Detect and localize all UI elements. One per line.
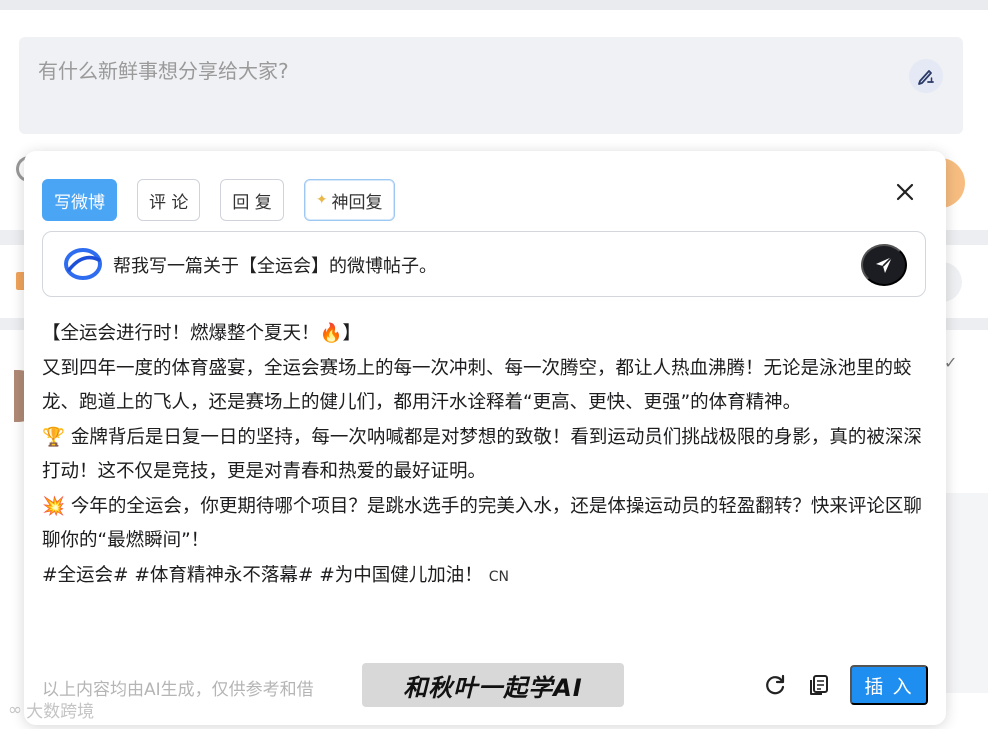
corner-watermark-text: 大数跨境	[26, 702, 95, 722]
refresh-icon[interactable]	[762, 672, 788, 698]
tab-reply[interactable]: 回 复	[220, 179, 284, 221]
post-title: 【全运会进行时！燃爆整个夏天！🔥】	[42, 323, 362, 344]
chevron-icon: ✓	[944, 353, 958, 372]
send-arrow-icon	[876, 256, 893, 273]
post-paragraph-3: 💥 今年的全运会，你更期待哪个项目？是跳水选手的完美入水，还是体操运动员的轻盈翻…	[42, 495, 922, 552]
tab-comment[interactable]: 评 论	[137, 179, 201, 221]
compose-area[interactable]: 有什么新鲜事想分享给大家?	[19, 37, 963, 134]
ai-writing-popup: 写微博 评 论 回 复 ✦ 神回复 帮我写一篇关于【全运会】的微博帖子。 【全运	[24, 151, 946, 725]
post-hashtags-line: #全运会# #体育精神永不落幕# #为中国健儿加油！ CN	[42, 559, 932, 595]
post-paragraph-2: 🏆 金牌背后是日复一日的坚持，每一次呐喊都是对梦想的致敬！看到运动员们挑战极限的…	[42, 426, 922, 483]
post-paragraph-1: 又到四年一度的体育盛宴，全运会赛场上的每一次冲刺、每一次腾空，都让人热血沸腾！无…	[42, 357, 912, 414]
watermark-label: 和秋叶一起学AI	[362, 663, 624, 707]
prompt-input[interactable]: 帮我写一篇关于【全运会】的微博帖子。	[42, 231, 926, 297]
post-hashtags: #全运会# #体育精神永不落幕# #为中国健儿加油！	[42, 564, 483, 586]
page-top-bar	[0, 0, 988, 10]
insert-button[interactable]: 插 入	[850, 665, 928, 705]
result-actions: 插 入	[762, 665, 928, 705]
tab-divine-reply[interactable]: ✦ 神回复	[303, 179, 395, 221]
corner-watermark: ∞ 大数跨境	[8, 697, 95, 723]
generated-post: 【全运会进行时！燃爆整个夏天！🔥】 又到四年一度的体育盛宴，全运会赛场上的每一次…	[42, 317, 932, 594]
brand-logo-icon: ∞	[8, 699, 23, 720]
pen-write-icon[interactable]	[909, 59, 943, 93]
copy-icon[interactable]	[806, 672, 832, 698]
tab-write-weibo[interactable]: 写微博	[42, 179, 117, 221]
prompt-text: 帮我写一篇关于【全运会】的微博帖子。	[113, 256, 437, 277]
hashtag-suffix: CN	[488, 568, 510, 585]
ai-ring-logo-icon	[63, 246, 103, 282]
compose-placeholder: 有什么新鲜事想分享给大家?	[38, 59, 289, 83]
close-icon[interactable]	[894, 181, 916, 203]
send-button[interactable]	[861, 244, 907, 286]
tab-divine-reply-label: 神回复	[331, 192, 383, 213]
mode-tabs: 写微博 评 论 回 复 ✦ 神回复	[42, 179, 395, 221]
sparkle-icon: ✦	[315, 192, 328, 208]
